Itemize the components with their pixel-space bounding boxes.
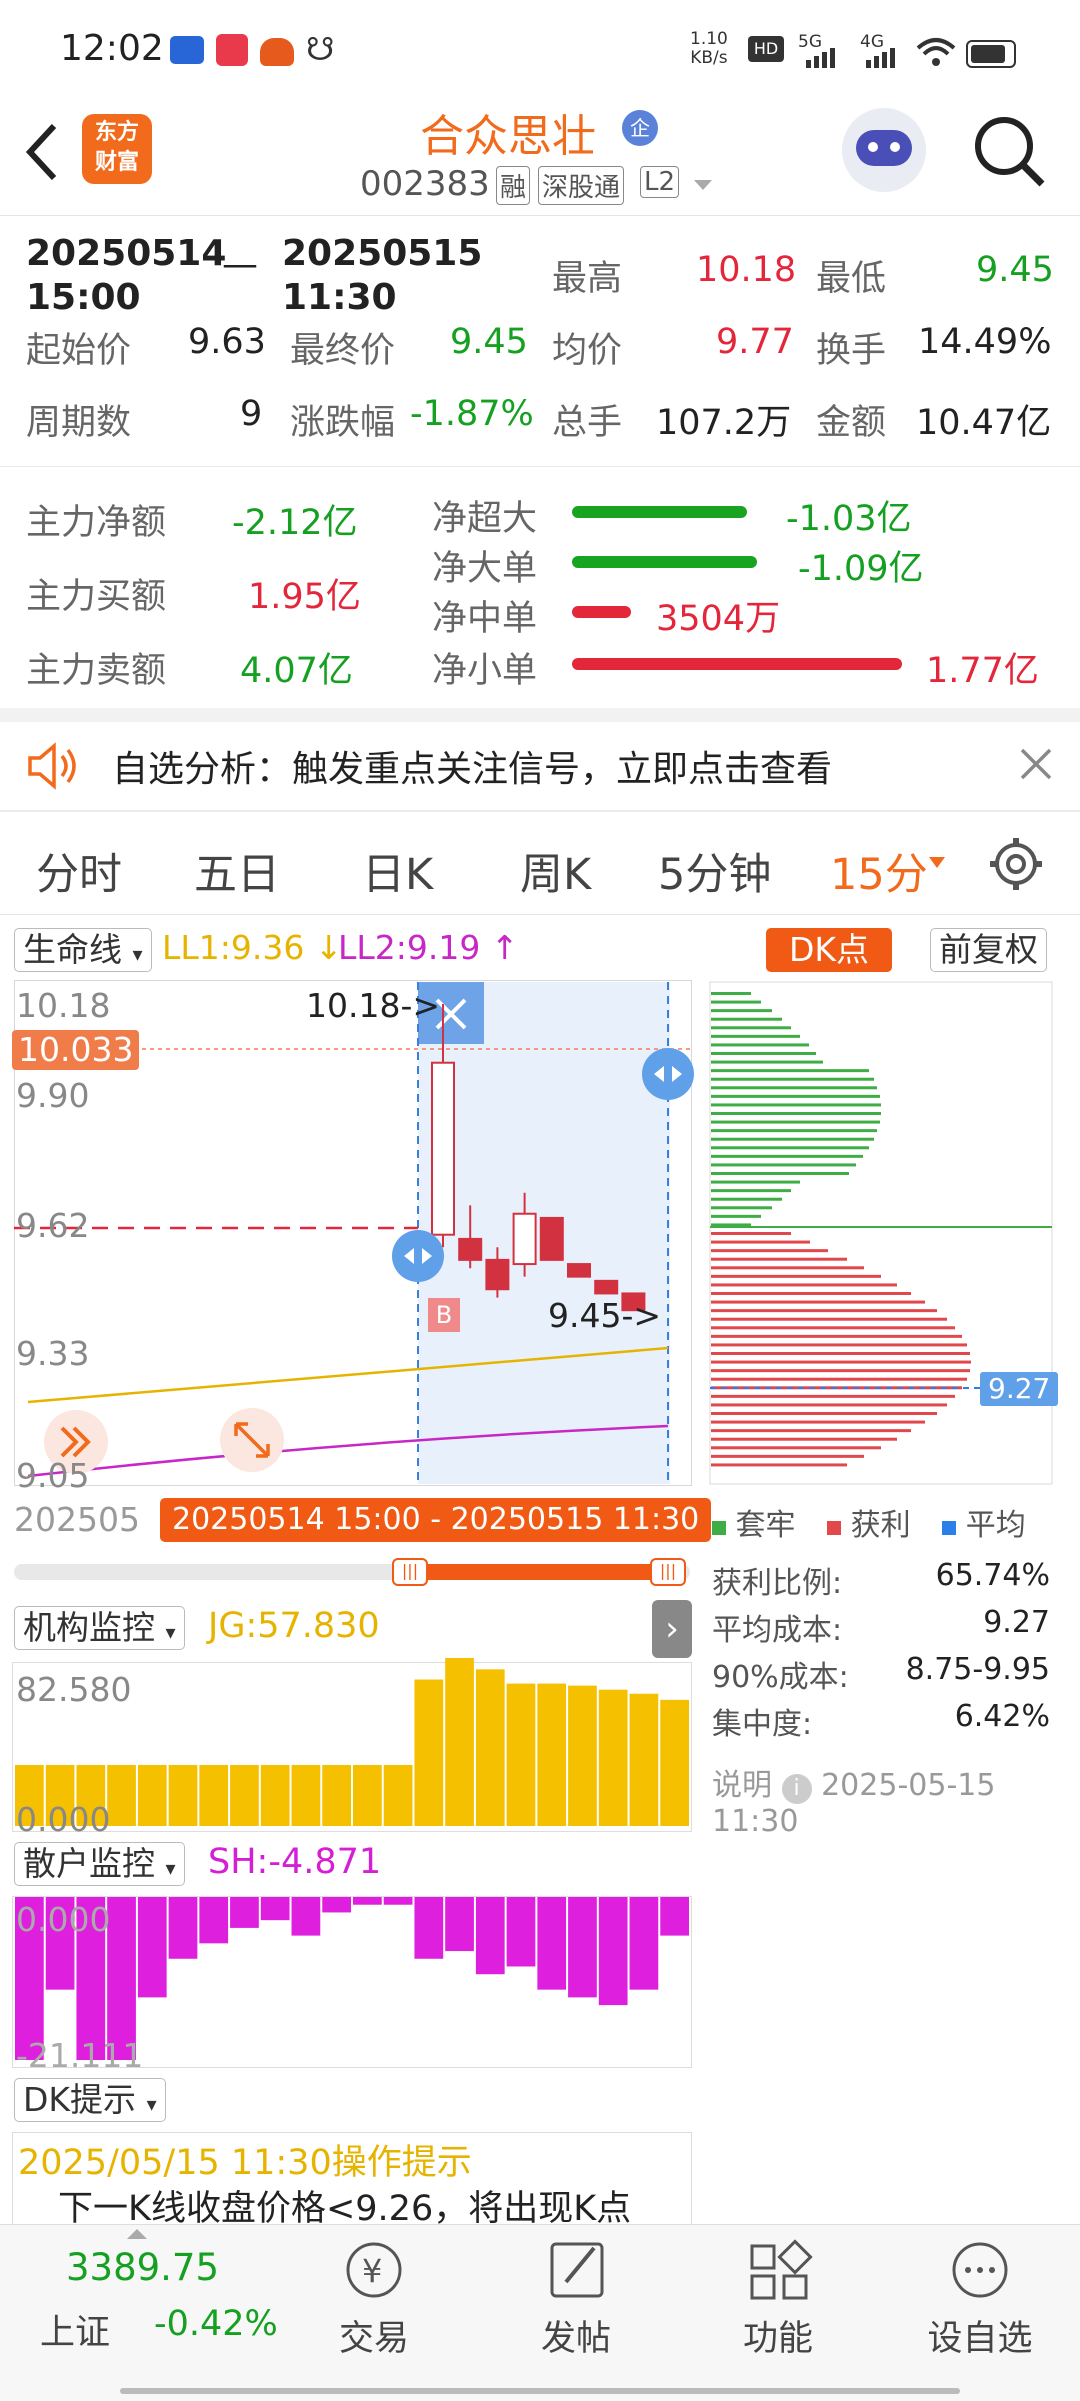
- gesture-bar: [120, 2388, 960, 2394]
- more-icon: [952, 2242, 1008, 2298]
- svg-text:¥: ¥: [362, 2252, 382, 2290]
- nav-post[interactable]: 发帖: [506, 2236, 646, 2361]
- dk-time-line: 2025/05/15 11:30操作提示: [18, 2143, 472, 2183]
- sh-bar: [230, 1897, 259, 1928]
- nav-functions-label: 功能: [742, 2319, 813, 2359]
- sh-bar: [322, 1897, 351, 1913]
- nav-post-label: 发帖: [540, 2319, 611, 2359]
- sh-bar: [291, 1897, 321, 1936]
- sh-bar: [475, 1897, 505, 1975]
- sh-bar: [445, 1897, 474, 1952]
- nav-functions[interactable]: 功能: [708, 2236, 848, 2361]
- sh-bar: [383, 1897, 413, 1905]
- sh-bar: [199, 1897, 229, 1944]
- sh-bar: [598, 1897, 628, 2006]
- sh-bar: [137, 1897, 167, 1998]
- sh-bar: [260, 1897, 290, 1921]
- sh-axis-min: -21.111: [16, 2036, 144, 2075]
- chevron-down-icon: ▾: [146, 2092, 157, 2116]
- sh-bar: [506, 1897, 536, 1967]
- nav-trade-label: 交易: [338, 2319, 409, 2359]
- nav-add-watchlist[interactable]: 设自选: [910, 2236, 1050, 2361]
- index-name[interactable]: 上证: [40, 2304, 110, 2355]
- sh-bar: [414, 1897, 444, 1959]
- sh-bar: [660, 1897, 689, 1936]
- index-value[interactable]: 3389.75: [66, 2246, 219, 2289]
- sh-bar: [629, 1897, 659, 1990]
- sh-bar: [168, 1897, 198, 1959]
- sh-chart: [15, 1897, 689, 2060]
- nav-add-watchlist-label: 设自选: [927, 2319, 1033, 2359]
- sh-bar: [353, 1897, 382, 1905]
- trade-icon: ¥: [346, 2242, 402, 2298]
- grid-icon: [750, 2239, 813, 2300]
- edit-icon: [550, 2242, 604, 2298]
- index-change[interactable]: -0.42%: [154, 2304, 278, 2344]
- sh-axis-max: 0.000: [16, 1900, 111, 1939]
- caret-up-icon: [127, 2229, 147, 2239]
- dk-tips-select[interactable]: DK提示 ▾: [14, 2078, 166, 2122]
- sh-bar: [568, 1897, 597, 1998]
- nav-trade[interactable]: ¥ 交易: [304, 2236, 444, 2361]
- dk-title: DK提示: [23, 2080, 137, 2119]
- sh-bar: [537, 1897, 567, 1990]
